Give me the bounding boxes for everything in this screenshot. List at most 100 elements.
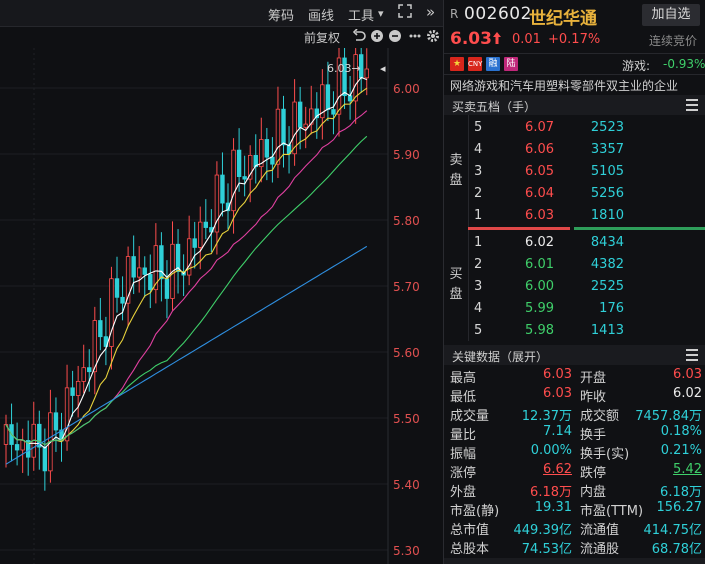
tag-row: ★ CNY 融 陆 游戏: -0.93% [444,53,705,74]
level: 3 [474,164,483,179]
keydata-value: 6.03 [543,367,572,382]
chart-toolbar: 筹码 画线 工具 ▾ » [0,0,443,27]
keydata-label: 涨停 [450,466,477,481]
zoom-in-icon[interactable] [370,29,384,43]
price: 6.03 [525,208,554,223]
price-axis-tick: 5.80 [393,214,420,228]
price-axis-tick: 5.60 [393,346,420,360]
price: 6.06 [525,142,554,157]
settings-gear-icon[interactable] [426,29,440,43]
keydata-value[interactable]: 5.42 [630,462,702,477]
price: 5.99 [525,301,554,316]
keydata-value[interactable]: 6.62 [504,462,572,477]
price-axis-tick: 5.30 [393,544,420,558]
keydata-label: 成交量 [450,409,490,424]
keydata-value: 156.27 [656,500,703,515]
asks-row[interactable]: 2 6.04 5256 [444,183,705,205]
price-axis-tick: 5.40 [393,478,420,492]
keydata-label: 跌停 [580,466,607,481]
keydata-label: 最低 [450,390,477,405]
keydata-value: 68.78亿 [651,542,702,557]
keydata-row: 最低 6.03 昨收 6.02 [444,385,705,405]
price: 6.02 [525,235,554,250]
keydata-value: 0.00% [530,443,572,458]
last-price-marker: 6.03→ [327,62,361,75]
price: 5.98 [525,323,554,338]
bids-row[interactable]: 3 6.00 2525 [444,276,705,298]
keydata-header: 关键数据（展开） [444,345,705,365]
company-description: 网络游戏和汽车用塑料零部件双主业的企业 [444,74,705,96]
keydata-label: 流通股 [580,542,620,557]
asks-row[interactable]: 4 6.06 3357 [444,139,705,161]
price: 6.00 [525,279,554,294]
keydata-title[interactable]: 关键数据（展开） [452,348,548,365]
keydata-value: 6.03 [543,386,572,401]
keydata-value: 0.21% [660,443,702,458]
asks-row[interactable]: 5 6.07 2523 [444,117,705,139]
keydata-row: 成交量 12.37万 成交额 7457.84万 [444,404,705,424]
drawline-button[interactable]: 画线 [308,5,334,24]
keydata-value: 414.75亿 [643,523,703,538]
price-axis-tick: 5.90 [393,148,420,162]
price: 6.05 [525,164,554,179]
keydata-label: 换手(实) [580,447,630,462]
kline-chart-panel[interactable]: 筹码 画线 工具 ▾ » 前复权 6.03→ ◂ 6.00 5.90 5.80 [0,0,443,564]
volume: 176 [599,301,624,316]
bids-row[interactable]: 2 6.01 4382 [444,254,705,276]
price-pointer-icon: ◂ [380,62,386,75]
keydata-value: 6.03 [673,367,702,382]
adjust-mode-button[interactable]: 前复权 [304,29,340,46]
keydata-label: 流通值 [580,523,620,538]
price: 6.07 [525,120,554,135]
keydata-label: 开盘 [580,371,607,386]
keydata-value: 449.39亿 [513,523,573,538]
bids-row[interactable]: 1 6.02 8434 [444,232,705,254]
asks-row[interactable]: 3 6.05 5105 [444,161,705,183]
price-axis-tick: 6.00 [393,82,420,96]
sector-label[interactable]: 游戏: [622,57,650,74]
up-arrow-icon [492,31,502,45]
keydata-label: 振幅 [450,447,477,462]
keydata-row: 外盘 6.18万 内盘 6.18万 [444,480,705,500]
current-price: 6.03 [450,29,492,49]
add-watchlist-button[interactable]: 加自选 [642,4,700,26]
cny-tag: CNY [468,57,482,71]
chips-button[interactable]: 筹码 [268,5,294,24]
keydata-label: 最高 [450,371,477,386]
level: 4 [474,142,483,157]
keydata-value: 74.53亿 [521,542,572,557]
undo-icon[interactable] [352,28,366,43]
fullscreen-icon[interactable] [398,4,412,22]
candlestick-chart[interactable] [0,48,443,564]
quote-panel: R 002602 世纪华通 加自选 6.03 0.01 +0.17% 连续竞价 … [443,0,705,564]
company-description-text: 网络游戏和汽车用塑料零部件双主业的企业 [450,79,679,93]
tools-dropdown-icon[interactable]: ▾ [378,7,384,20]
keydata-value: 6.18万 [660,485,702,500]
price: 6.01 [525,257,554,272]
menu-icon[interactable] [686,99,698,111]
keydata-label: 成交额 [580,409,620,424]
price: 6.04 [525,186,554,201]
bids-row[interactable]: 5 5.98 1413 [444,320,705,342]
stock-code: 002602 [464,4,532,24]
volume: 2523 [590,120,624,135]
price-change-pct: +0.17% [548,32,601,47]
volume: 1413 [590,323,624,338]
tools-button[interactable]: 工具 [348,5,374,24]
bids-row[interactable]: 4 5.99 176 [444,298,705,320]
keydata-row: 市盈(静) 19.31 市盈(TTM) 156.27 [444,499,705,519]
collapse-panel-icon[interactable]: » [426,3,435,21]
volume: 4382 [590,257,624,272]
menu-icon[interactable] [686,349,698,361]
price-axis-tick: 5.70 [393,280,420,294]
more-icon[interactable] [408,29,422,43]
volume: 5105 [590,164,624,179]
keydata-label: 市盈(静) [450,504,500,519]
level: 1 [474,235,483,250]
zoom-out-icon[interactable] [388,29,402,43]
volume: 8434 [590,235,624,250]
margin-tag: 融 [486,57,500,71]
level: 2 [474,257,483,272]
asks-row[interactable]: 1 6.03 1810 [444,205,705,227]
keydata-label: 昨收 [580,390,607,405]
